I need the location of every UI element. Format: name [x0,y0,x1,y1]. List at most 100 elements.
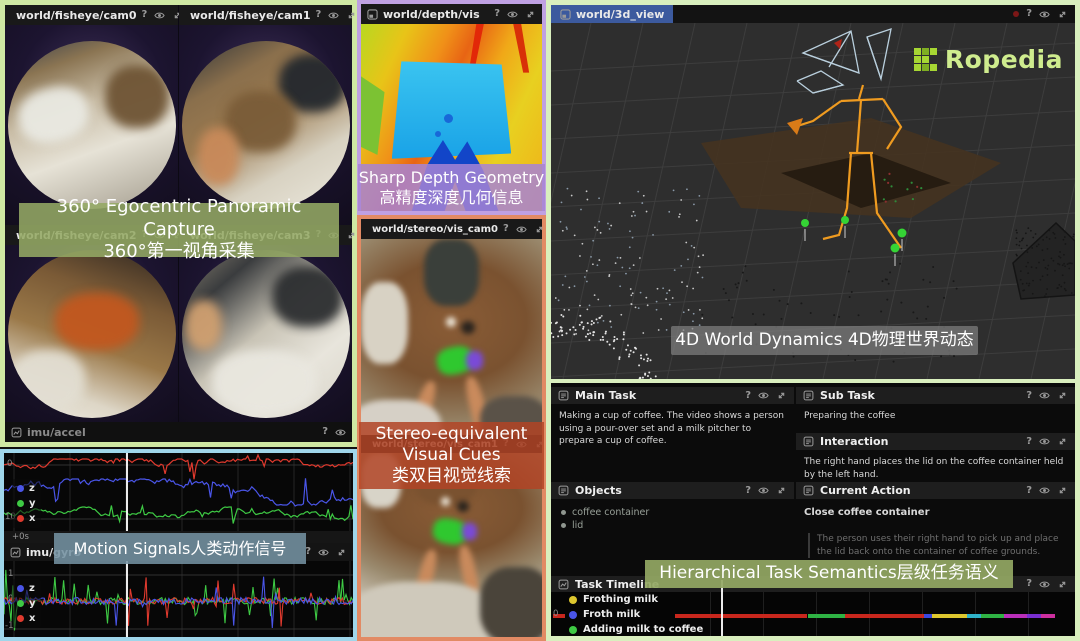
app-canvas: world/fisheye/cam0 ? world/fisheye/cam1 … [0,0,1080,641]
fisheye-cam1-view[interactable] [179,25,352,225]
sub-task-text: Preparing the coffee [804,410,1068,423]
chart-icon [10,547,21,558]
motion-signals-group: 0 10 z y x +0s imu/gyro ? 1 0 -1 z [0,449,357,641]
help-icon[interactable]: ? [142,10,148,20]
help-icon[interactable]: ? [745,391,751,401]
tab-3d-view[interactable]: world/3d_view [551,5,673,23]
visibility-icon[interactable] [154,10,165,21]
timeline-legend-item: Frothing milk [569,593,658,606]
help-icon[interactable]: ? [503,224,509,234]
timeline-legend-item: Adding milk to coffee [569,623,703,636]
task-timeline-plot[interactable]: 0 Frothing milk Froth milk Adding milk t… [551,592,1075,636]
fisheye-group: world/fisheye/cam0 ? world/fisheye/cam1 … [0,0,357,447]
gyro-waveform [4,561,353,637]
panel-header-interaction[interactable]: Interaction ? [796,433,1075,450]
time-playhead[interactable] [126,561,128,637]
right-group: world/3d_view ? [546,0,1080,641]
help-icon[interactable]: ? [745,486,751,496]
ropedia-logo: Ropedia [914,45,1063,74]
legend-dot-x [17,515,24,522]
help-icon[interactable]: ? [1026,579,1032,589]
imu-accel-plot[interactable]: 0 10 z y x [4,453,353,531]
help-icon[interactable]: ? [494,9,500,19]
legend-dot-y [17,600,24,607]
help-icon[interactable]: ? [305,547,311,557]
stereo-cam0-view[interactable] [361,239,542,435]
timeline-playhead[interactable] [721,580,723,636]
3d-viewport[interactable]: Ropedia 4D World Dynamics 4D物理世界动态 [551,23,1075,379]
list-item: coffee container [561,506,649,519]
expand-icon[interactable] [346,10,357,21]
expand-icon[interactable] [1057,436,1068,447]
panel-header-imu-accel[interactable]: imu/accel ? [5,422,352,442]
visibility-icon[interactable] [758,485,769,496]
visibility-icon[interactable] [1039,436,1050,447]
list-item: lid [561,519,649,532]
expand-icon[interactable] [525,9,536,20]
legend-dot-z [17,485,24,492]
expand-icon[interactable] [336,547,347,558]
time-playhead[interactable] [126,453,128,531]
visibility-icon[interactable] [507,9,518,20]
task-semantics-area: Main Task ? Making a cup of coffee. The … [551,383,1075,636]
depth-group: world/depth/vis ? Sharp Depth Geometry 高… [357,0,546,215]
expand-icon[interactable] [1057,390,1068,401]
visibility-icon[interactable] [1039,390,1050,401]
panel-header-current-action[interactable]: Current Action ? [796,482,1075,499]
legend-dot-y [17,500,24,507]
accel-legend: z y x [12,479,41,528]
timeline-legend-item: Froth milk [569,608,640,621]
visibility-icon[interactable] [1039,485,1050,496]
fisheye-cam3-view[interactable] [179,245,352,422]
current-action-text: Close coffee container [804,506,1068,520]
visibility-icon[interactable] [1039,579,1050,590]
panel-header-sub-task[interactable]: Sub Task ? [796,387,1075,404]
ropedia-logo-text: Ropedia [945,45,1063,74]
expand-icon[interactable] [1057,579,1068,590]
fisheye-cam2-view[interactable] [5,245,178,422]
chart-icon [11,427,22,438]
objects-list: coffee container lid [561,506,649,532]
help-icon[interactable]: ? [1026,9,1032,19]
panel-header-main-task[interactable]: Main Task ? [551,387,794,404]
visibility-icon[interactable] [758,390,769,401]
legend-dot [569,596,577,604]
stereo-group: world/stereo/vis_cam0 ? world/stereo/vis… [357,215,546,641]
expand-icon[interactable] [1057,9,1068,20]
gyro-ytick-1: 1 [8,569,13,579]
visibility-icon[interactable] [516,224,527,235]
help-icon[interactable]: ? [1026,391,1032,401]
help-icon[interactable]: ? [1026,437,1032,447]
expand-icon[interactable] [534,224,545,235]
fisheye-cam0-view[interactable] [5,25,178,225]
expand-icon[interactable] [346,230,357,241]
help-icon[interactable]: ? [322,427,328,437]
help-icon[interactable]: ? [316,10,322,20]
panel-header-depth[interactable]: world/depth/vis ? [361,4,542,24]
imu-gyro-plot[interactable]: 1 0 -1 z y x [4,561,353,637]
viewport-icon [560,9,571,20]
bullet-icon [561,523,566,528]
ropedia-logo-icon [914,48,937,71]
panel-header-fisheye-cam1[interactable]: world/fisheye/cam1 ? [179,5,352,25]
overlay-sharp-depth: Sharp Depth Geometry 高精度深度几何信息 [358,164,545,211]
visibility-icon[interactable] [1039,9,1050,20]
visibility-icon[interactable] [335,427,346,438]
text-document-icon [803,390,814,401]
panel-header-objects[interactable]: Objects ? [551,482,794,499]
panel-title: world/fisheye/cam1 [190,9,311,22]
panel-header-3d-view[interactable]: world/3d_view ? [551,5,1075,23]
bullet-icon [561,510,566,515]
panel-title: world/fisheye/cam0 [16,9,137,22]
visibility-icon[interactable] [318,547,329,558]
panel-header-fisheye-cam0[interactable]: world/fisheye/cam0 ? [5,5,178,25]
accel-waveform [4,453,353,531]
overlay-360-egocentric: 360° Egocentric Panoramic Capture 360°第一… [19,203,339,257]
viewport-icon [367,9,378,20]
expand-icon[interactable] [776,485,787,496]
expand-icon[interactable] [776,390,787,401]
visibility-icon[interactable] [328,10,339,21]
panel-header-stereo-cam0[interactable]: world/stereo/vis_cam0 ? [361,219,542,239]
expand-icon[interactable] [1057,485,1068,496]
help-icon[interactable]: ? [1026,486,1032,496]
